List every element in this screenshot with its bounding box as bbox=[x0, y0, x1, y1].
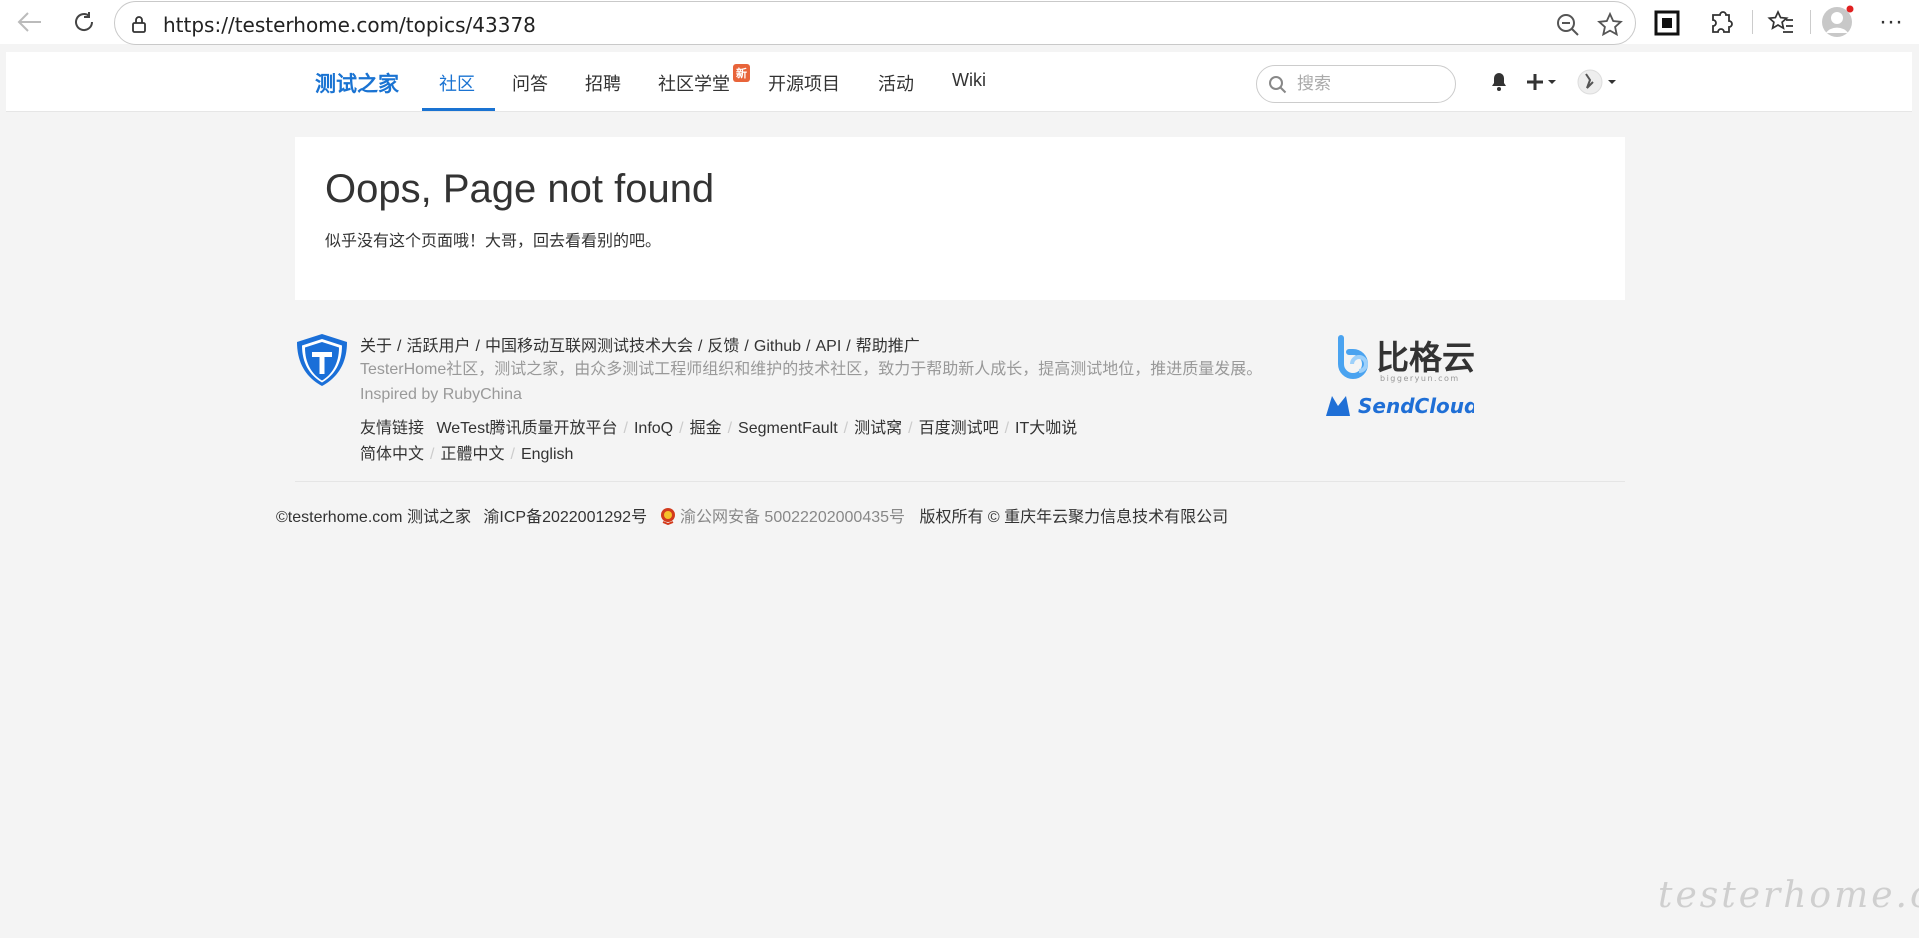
biggeryun-logo[interactable]: 比格云 biggeryun.com bbox=[1336, 334, 1480, 384]
slash-separator: / bbox=[1004, 420, 1010, 437]
lang-zh-tw[interactable]: 正體中文 bbox=[440, 446, 504, 463]
page-title: Oops, Page not found bbox=[325, 167, 715, 211]
user-avatar-icon[interactable] bbox=[1576, 68, 1620, 96]
plus-dropdown-icon[interactable] bbox=[1526, 72, 1560, 92]
brand-logo[interactable]: 测试之家 bbox=[315, 68, 399, 98]
footer-link-about[interactable]: 关于 bbox=[360, 338, 392, 355]
active-tab-indicator bbox=[422, 108, 495, 111]
friend-link-juejin[interactable]: 掘金 bbox=[690, 420, 722, 437]
star-icon[interactable] bbox=[1597, 12, 1623, 38]
arrow-left-icon bbox=[17, 12, 41, 32]
slash-separator: / bbox=[430, 446, 435, 463]
profile-icon[interactable] bbox=[1820, 5, 1854, 39]
browser-toolbar: https://testerhome.com/topics/43378 ··· bbox=[0, 0, 1919, 45]
footer-link-github[interactable]: Github bbox=[754, 338, 801, 355]
nav-opensource[interactable]: 开源项目 bbox=[768, 70, 840, 96]
slash-separator: / bbox=[510, 446, 515, 463]
footer-divider bbox=[295, 481, 1625, 482]
address-bar[interactable]: https://testerhome.com/topics/43378 bbox=[114, 1, 1636, 45]
page-subtitle: 似乎没有这个页面哦！大哥，回去看看别的吧。 bbox=[325, 233, 662, 250]
favorites-icon[interactable] bbox=[1766, 8, 1796, 38]
footer-description: TesterHome社区，测试之家，由众多测试工程师组织和维护的技术社区，致力于… bbox=[360, 361, 1263, 403]
footer-link-active-users[interactable]: 活跃用户 bbox=[406, 338, 470, 355]
slash-separator: / bbox=[908, 420, 913, 437]
search-icon bbox=[1269, 76, 1287, 94]
language-links: 简体中文 / 正體中文 / English bbox=[360, 440, 573, 464]
link-separator: / bbox=[806, 338, 811, 355]
link-separator: / bbox=[744, 338, 749, 355]
link-separator: / bbox=[697, 338, 703, 355]
refresh-icon bbox=[75, 12, 94, 31]
watermark: testerhome.com bbox=[1658, 875, 1919, 916]
footer-links: 关于 / 活跃用户 / 中国移动互联网测试技术大会 / 反馈 / Github / API / 帮助推广 bbox=[360, 332, 920, 356]
police-record-link[interactable]: 渝公网安备 50022202000435号 bbox=[680, 509, 905, 526]
friend-links: 友情链接 WeTest腾讯质量开放平台 / InfoQ / 掘金 / SegmentFaul… bbox=[360, 414, 1077, 438]
friend-link-infoq[interactable]: InfoQ bbox=[634, 420, 673, 437]
nav-wiki[interactable]: Wiki bbox=[952, 70, 986, 91]
slash-separator: / bbox=[623, 420, 628, 437]
back-button[interactable] bbox=[14, 6, 46, 38]
slash-separator: / bbox=[843, 420, 849, 437]
icp-link[interactable]: 渝ICP备2022001292号 bbox=[483, 509, 647, 526]
friend-link-segmentfault[interactable]: SegmentFault bbox=[738, 420, 838, 437]
footer-link-feedback[interactable]: 反馈 bbox=[707, 338, 739, 355]
friend-link-itdakashuo[interactable]: IT大咖说 bbox=[1015, 420, 1077, 437]
bell-icon[interactable] bbox=[1490, 72, 1508, 92]
biggeryun-logo-subtext: biggeryun.com bbox=[1380, 374, 1460, 383]
qr-code-icon[interactable] bbox=[1652, 8, 1682, 38]
url-text: https://testerhome.com/topics/43378 bbox=[163, 13, 536, 37]
new-badge: 新 bbox=[733, 64, 750, 82]
link-separator: / bbox=[397, 338, 402, 355]
refresh-button[interactable] bbox=[68, 6, 100, 38]
toolbar-separator bbox=[1752, 10, 1753, 34]
lang-zh-cn[interactable]: 简体中文 bbox=[360, 446, 424, 463]
search-box[interactable] bbox=[1256, 65, 1456, 103]
rights-text: 版权所有 © 重庆年云聚力信息技术有限公司 bbox=[919, 509, 1229, 526]
slash-separator: / bbox=[679, 420, 684, 437]
footer-link-api[interactable]: API bbox=[815, 338, 841, 355]
sendcloud-logo[interactable]: SendCloud bbox=[1324, 392, 1474, 420]
lang-en[interactable]: English bbox=[521, 446, 573, 463]
copyright-text: ©testerhome.com 测试之家 bbox=[276, 509, 471, 526]
search-input[interactable] bbox=[1297, 74, 1447, 94]
friend-link-wetest[interactable]: WeTest腾讯质量开放平台 bbox=[436, 420, 617, 437]
zoom-out-icon[interactable] bbox=[1555, 12, 1581, 38]
error-card: Oops, Page not found 似乎没有这个页面哦！大哥，回去看看别的… bbox=[295, 137, 1625, 300]
sendcloud-logo-text: SendCloud bbox=[1358, 394, 1474, 418]
slash-separator: / bbox=[727, 420, 733, 437]
link-separator: / bbox=[475, 338, 480, 355]
police-badge-icon bbox=[660, 508, 675, 525]
nav-qa[interactable]: 问答 bbox=[512, 70, 548, 96]
footer-link-conference[interactable]: 中国移动互联网测试技术大会 bbox=[485, 338, 693, 355]
friend-links-label: 友情链接 bbox=[360, 420, 425, 437]
friend-link-baidu[interactable]: 百度测试吧 bbox=[919, 420, 999, 437]
nav-events[interactable]: 活动 bbox=[878, 70, 914, 96]
extensions-icon[interactable] bbox=[1706, 8, 1736, 38]
copyright-line: ©testerhome.com 测试之家 渝ICP备2022001292号 渝公… bbox=[276, 503, 1228, 527]
more-icon[interactable]: ··· bbox=[1875, 6, 1907, 38]
nav-academy[interactable]: 社区学堂 bbox=[658, 70, 730, 96]
biggeryun-logo-text: 比格云 bbox=[1376, 338, 1475, 377]
toolbar-separator bbox=[1810, 10, 1811, 34]
link-separator: / bbox=[846, 338, 851, 355]
testerhome-shield-icon bbox=[297, 334, 347, 386]
site-navbar: 测试之家 社区 问答 招聘 社区学堂 新 开源项目 活动 Wiki bbox=[6, 52, 1912, 112]
friend-link-ceshiwo[interactable]: 测试窝 bbox=[854, 420, 902, 437]
nav-community[interactable]: 社区 bbox=[439, 70, 475, 96]
nav-jobs[interactable]: 招聘 bbox=[585, 70, 621, 96]
lock-icon bbox=[132, 16, 146, 33]
footer-link-promote[interactable]: 帮助推广 bbox=[856, 338, 920, 355]
